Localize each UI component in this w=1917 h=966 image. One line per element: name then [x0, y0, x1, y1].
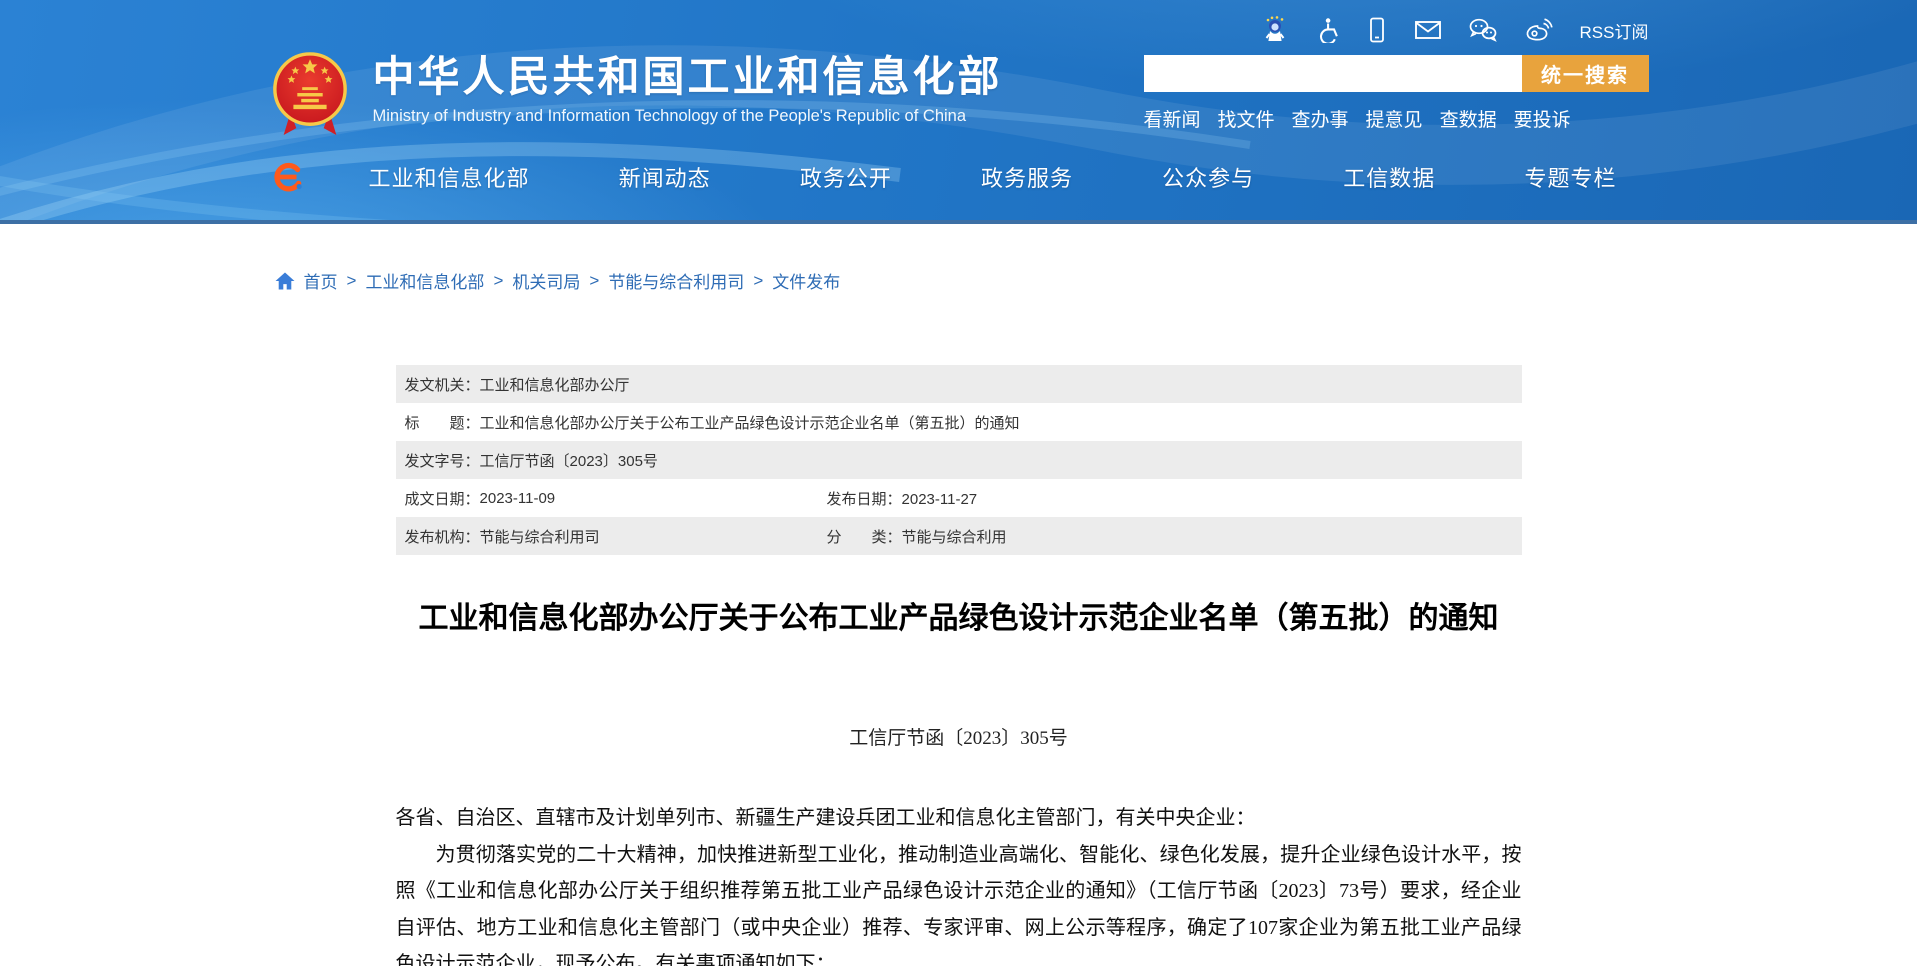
- main-nav: 工业和信息化部 新闻动态 政务公开 政务服务 公众参与 工信数据 专题专栏: [269, 160, 1649, 194]
- home-icon[interactable]: [275, 272, 295, 290]
- quick-links: 看新闻 找文件 查办事 提意见 查数据 要投诉: [1144, 105, 1649, 132]
- document-area: 发文机关：工业和信息化部办公厅 标 题：工业和信息化部办公厅关于公布工业产品绿色…: [396, 365, 1522, 966]
- meta-row-doc-number: 发文字号：工信厅节函〔2023〕305号: [396, 441, 1522, 479]
- nav-item-data[interactable]: 工信数据: [1343, 161, 1435, 193]
- quick-link-news[interactable]: 看新闻: [1144, 105, 1201, 132]
- meta-label: 分 类：: [827, 529, 902, 546]
- quick-link-services[interactable]: 查办事: [1292, 105, 1349, 132]
- article-body: 各省、自治区、直辖市及计划单列市、新疆生产建设兵团工业和信息化主管部门，有关中央…: [396, 800, 1522, 966]
- search-area: 统一搜索 看新闻 找文件 查办事 提意见 查数据 要投诉: [1144, 55, 1649, 132]
- brand: 中华人民共和国工业和信息化部 Ministry of Industry and …: [269, 50, 1003, 143]
- weibo-icon[interactable]: [1524, 17, 1554, 43]
- meta-label: 成文日期：: [405, 488, 480, 509]
- breadcrumb-item-miit[interactable]: 工业和信息化部: [365, 268, 484, 293]
- nav-item-miit[interactable]: 工业和信息化部: [369, 161, 530, 193]
- site-header: RSS订阅: [0, 0, 1917, 224]
- nav-item-gov-affairs[interactable]: 政务公开: [800, 161, 892, 193]
- rss-subscribe-link[interactable]: RSS订阅: [1580, 18, 1649, 43]
- unified-search-button[interactable]: 统一搜索: [1522, 55, 1649, 92]
- breadcrumb: 首页 > 工业和信息化部 > 机关司局 > 节能与综合利用司 > 文件发布: [269, 268, 1649, 293]
- site-subtitle: Ministry of Industry and Information Tec…: [373, 107, 1003, 126]
- meta-value: 工业和信息化部办公厅: [480, 374, 630, 395]
- meta-label: 标 题：: [405, 412, 480, 433]
- meta-row-publisher: 发布机构：节能与综合利用司 分 类：节能与综合利用: [396, 517, 1522, 555]
- meta-cell-category: 分 类：节能与综合利用: [827, 526, 1007, 547]
- doc-meta-table: 发文机关：工业和信息化部办公厅 标 题：工业和信息化部办公厅关于公布工业产品绿色…: [396, 365, 1522, 555]
- meta-label: 发布机构：: [405, 526, 480, 547]
- meta-label: 发布日期：: [827, 491, 902, 508]
- meta-label: 发文机关：: [405, 374, 480, 395]
- breadcrumb-separator: >: [753, 271, 763, 291]
- breadcrumb-item-home[interactable]: 首页: [304, 268, 338, 293]
- mail-icon[interactable]: [1414, 18, 1442, 42]
- breadcrumb-separator: >: [347, 271, 357, 291]
- article-paragraph-salutation: 各省、自治区、直辖市及计划单列市、新疆生产建设兵团工业和信息化主管部门，有关中央…: [396, 800, 1522, 837]
- article-paragraph-main: 为贯彻落实党的二十大精神，加快推进新型工业化，推动制造业高端化、智能化、绿色化发…: [396, 837, 1522, 966]
- meta-value: 2023-11-09: [480, 490, 556, 507]
- meta-value: 节能与综合利用: [902, 529, 1007, 546]
- wechat-icon[interactable]: [1468, 17, 1498, 43]
- topbar: RSS订阅: [1262, 16, 1649, 44]
- search-input[interactable]: [1144, 55, 1522, 92]
- meta-value: 2023-11-27: [902, 491, 978, 508]
- quick-link-documents[interactable]: 找文件: [1218, 105, 1275, 132]
- nav-logo-icon: [271, 160, 305, 194]
- quick-link-suggestions[interactable]: 提意见: [1366, 105, 1423, 132]
- nav-item-participation[interactable]: 公众参与: [1162, 161, 1254, 193]
- meta-row-title: 标 题：工业和信息化部办公厅关于公布工业产品绿色设计示范企业名单（第五批）的通知: [396, 403, 1522, 441]
- mobile-icon[interactable]: [1366, 17, 1388, 43]
- article-title: 工业和信息化部办公厅关于公布工业产品绿色设计示范企业名单（第五批）的通知: [396, 593, 1522, 637]
- article-doc-number: 工信厅节函〔2023〕305号: [396, 723, 1522, 750]
- breadcrumb-item-departments[interactable]: 机关司局: [512, 268, 580, 293]
- quick-link-complaints[interactable]: 要投诉: [1514, 105, 1571, 132]
- breadcrumb-item-energy-dept[interactable]: 节能与综合利用司: [608, 268, 744, 293]
- site-title: 中华人民共和国工业和信息化部: [373, 54, 1003, 100]
- nav-item-news[interactable]: 新闻动态: [619, 161, 711, 193]
- national-emblem: [269, 50, 351, 143]
- breadcrumb-separator: >: [589, 271, 599, 291]
- meta-value: 工业和信息化部办公厅关于公布工业产品绿色设计示范企业名单（第五批）的通知: [480, 412, 1020, 433]
- meta-value: 节能与综合利用司: [480, 526, 600, 547]
- meta-label: 发文字号：: [405, 450, 480, 471]
- meta-cell-publish-date: 发布日期：2023-11-27: [827, 488, 978, 509]
- meta-value: 工信厅节函〔2023〕305号: [480, 450, 658, 471]
- quick-link-data[interactable]: 查数据: [1440, 105, 1497, 132]
- breadcrumb-separator: >: [493, 271, 503, 291]
- nav-item-topics[interactable]: 专题专栏: [1524, 161, 1616, 193]
- accessibility-icon[interactable]: [1314, 17, 1340, 43]
- mascot-icon[interactable]: [1262, 16, 1288, 44]
- meta-row-issuing-agency: 发文机关：工业和信息化部办公厅: [396, 365, 1522, 403]
- breadcrumb-item-document-release[interactable]: 文件发布: [772, 268, 840, 293]
- nav-item-gov-services[interactable]: 政务服务: [981, 161, 1073, 193]
- meta-row-dates: 成文日期：2023-11-09 发布日期：2023-11-27: [396, 479, 1522, 517]
